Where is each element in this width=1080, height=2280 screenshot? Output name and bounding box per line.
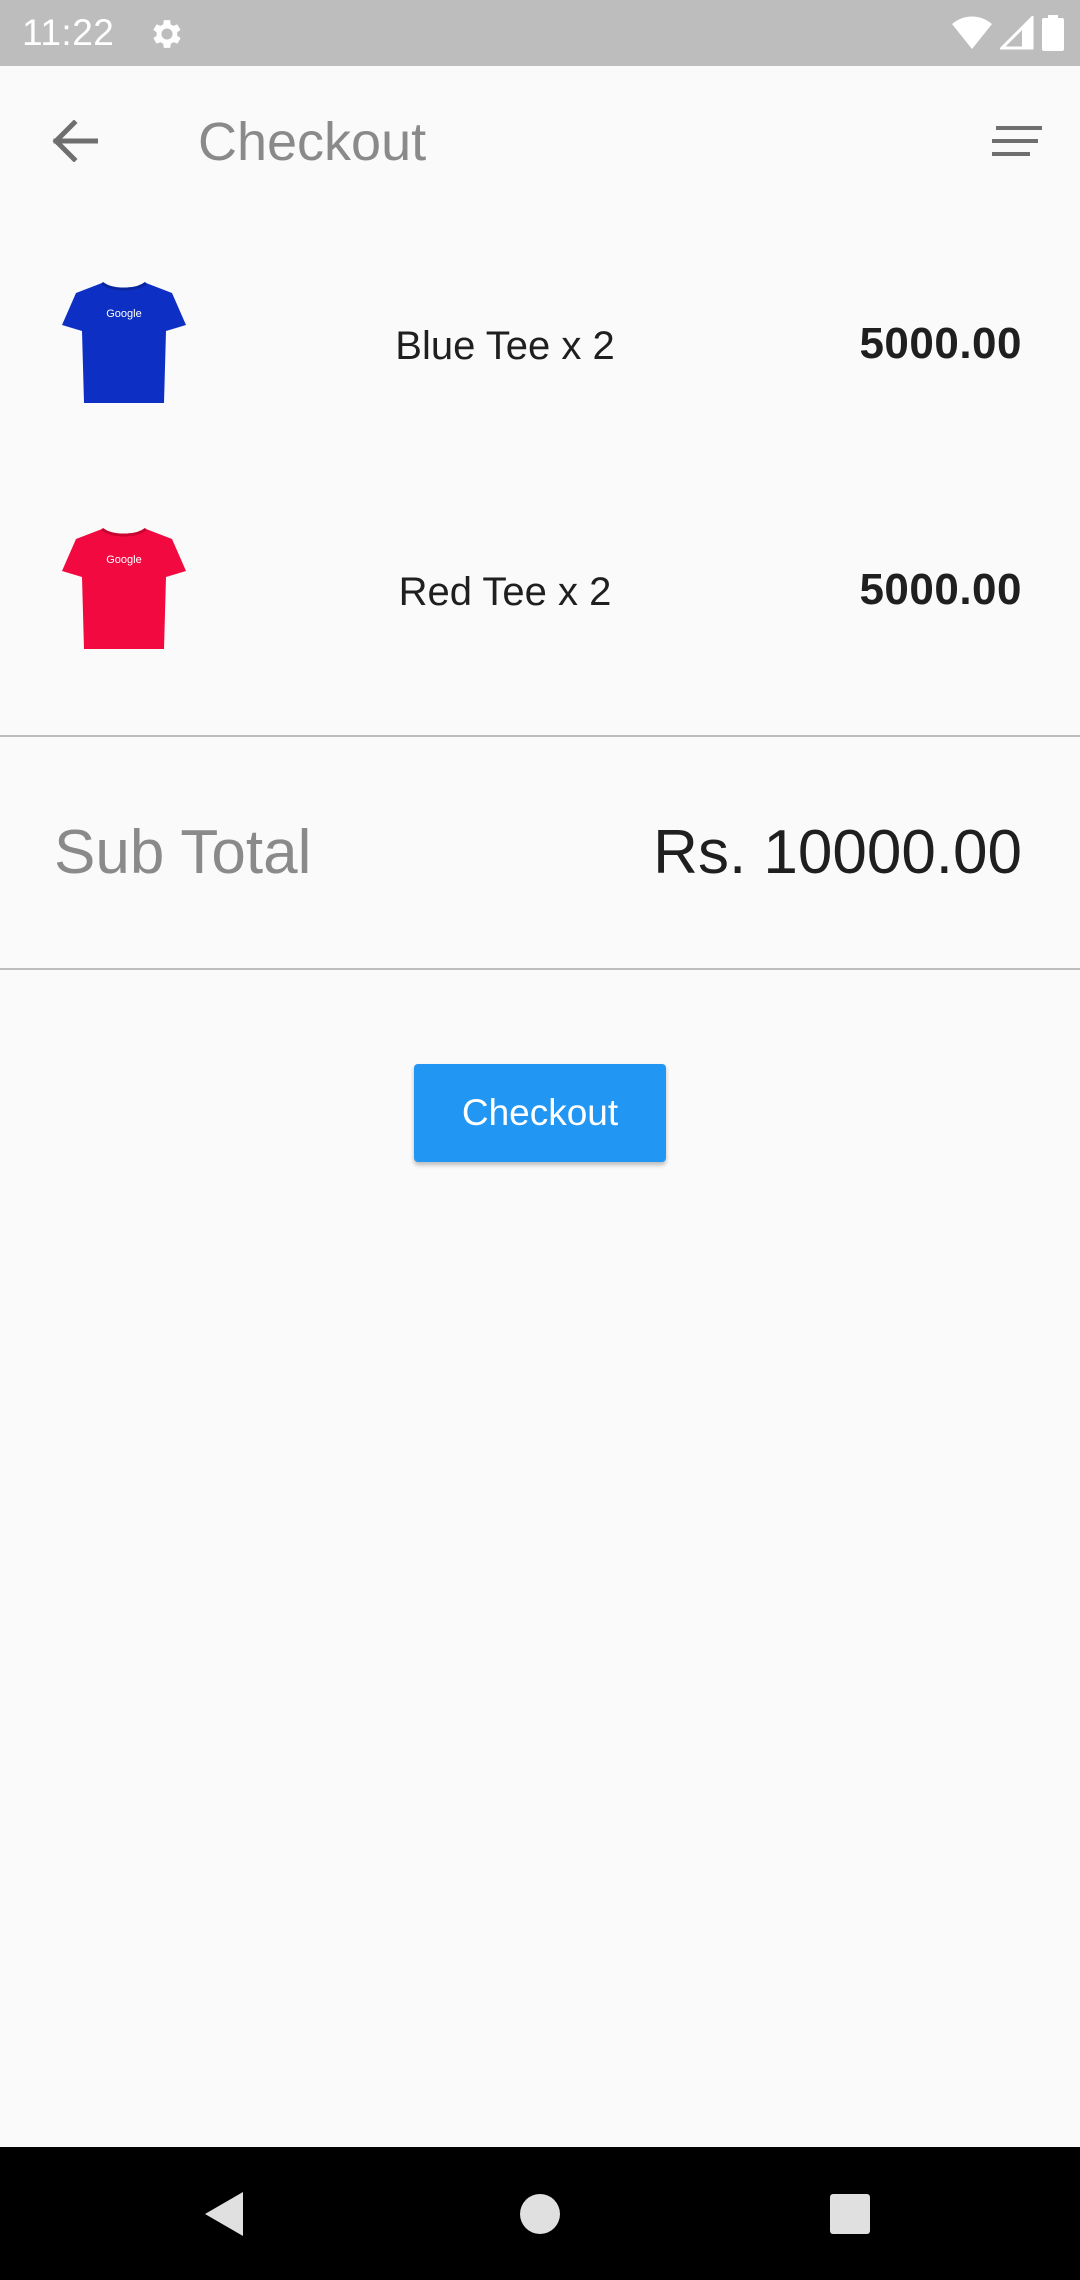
settings-gear-icon: [153, 20, 181, 48]
divider: [0, 735, 1080, 737]
system-nav-bar: [0, 2147, 1080, 2280]
sort-menu-button[interactable]: [982, 111, 1052, 171]
item-price: 5000.00: [859, 565, 1022, 614]
subtotal-label: Sub Total: [54, 818, 312, 887]
cellular-signal-icon: [1000, 16, 1034, 50]
item-price: 5000.00: [859, 319, 1022, 368]
nav-recents-icon: [830, 2194, 870, 2234]
nav-home-button[interactable]: [495, 2169, 585, 2259]
back-button[interactable]: [40, 111, 110, 171]
status-time: 11:22: [22, 12, 115, 53]
shirt-logo-text: Google: [106, 308, 141, 320]
subtotal-value: Rs. 10000.00: [653, 818, 1022, 887]
battery-icon: [1042, 15, 1064, 51]
sort-menu-icon: [992, 126, 1042, 156]
status-bar: 11:22: [0, 0, 1080, 66]
red-tshirt-image: Google: [62, 527, 186, 649]
shirt-logo-text: Google: [106, 554, 141, 566]
item-name: Red Tee x 2: [398, 570, 612, 614]
nav-recents-button[interactable]: [805, 2169, 895, 2259]
nav-home-icon: [520, 2194, 560, 2234]
checkout-button[interactable]: Checkout: [414, 1064, 666, 1162]
nav-back-button[interactable]: [180, 2169, 270, 2259]
nav-back-icon: [205, 2192, 243, 2236]
divider: [0, 968, 1080, 970]
wifi-icon: [952, 16, 992, 49]
page-title: Checkout: [198, 112, 427, 172]
item-name: Blue Tee x 2: [395, 324, 615, 368]
app-bar: Checkout: [0, 66, 1080, 216]
cart-item: Google Blue Tee x 2 5000.00: [0, 222, 1080, 468]
arrow-back-icon: [52, 120, 98, 162]
cart-item: Google Red Tee x 2 5000.00: [0, 468, 1080, 714]
blue-tshirt-image: Google: [62, 281, 186, 403]
